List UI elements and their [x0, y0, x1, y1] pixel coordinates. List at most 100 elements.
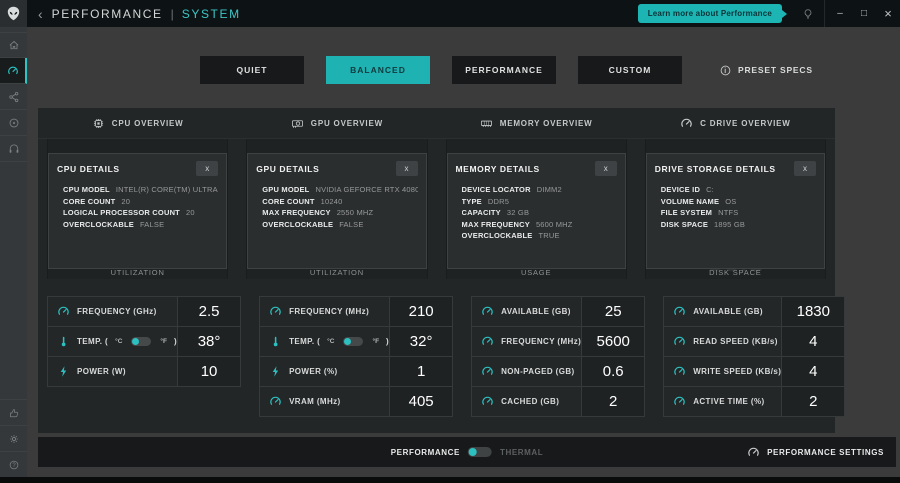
drive-read-row: READ SPEED (KB/s) 4: [663, 326, 845, 357]
gpu-vram-row: VRAM (MHz) 405: [259, 386, 453, 417]
gauge-icon: [673, 305, 686, 318]
toggle-knob: [132, 338, 139, 345]
field-value: NVIDIA GEFORCE RTX 4080 SUPER: [315, 185, 417, 194]
memory-nonpaged-value: 0.6: [581, 357, 644, 386]
performance-thermal-toggle[interactable]: [468, 447, 492, 457]
stat-label: TEMP. (: [289, 337, 320, 346]
help-icon: [8, 459, 20, 471]
field-key: GPU MODEL: [262, 185, 309, 194]
gauge-row: UTILIZATION CPU DETAILS x CPU MODELINTEL…: [38, 139, 835, 279]
minimize-button[interactable]: –: [828, 0, 852, 27]
settings-gauge-icon: [747, 446, 760, 459]
drive-active-row: ACTIVE TIME (%) 2: [663, 386, 845, 417]
drive-overview-header: C DRIVE OVERVIEW: [636, 108, 835, 138]
field-value: NTFS: [718, 208, 738, 217]
cpu-chip-icon: [92, 117, 105, 130]
stat-label: ACTIVE TIME (%): [693, 397, 764, 406]
sidebar-item-library[interactable]: [0, 110, 27, 136]
sidebar-item-home[interactable]: [0, 32, 27, 58]
page-subtitle: SYSTEM: [182, 7, 241, 21]
stats-grid: FREQUENCY (GHz) 2.5 TEMP. ( °C °F ) 38°: [38, 296, 835, 417]
field-key: DISK SPACE: [661, 220, 708, 229]
disk-gauge-icon: [680, 117, 693, 130]
disc-icon: [8, 117, 20, 129]
tab-quiet[interactable]: QUIET: [200, 56, 304, 84]
lightbulb-icon[interactable]: [795, 8, 821, 20]
memory-cached-value: 2: [581, 387, 644, 416]
drive-read-value: 4: [781, 327, 844, 356]
gpu-details-close-button[interactable]: x: [396, 161, 418, 176]
sidebar-item-feedback[interactable]: [0, 399, 27, 425]
footer-performance-label: PERFORMANCE: [391, 448, 460, 457]
memory-gauge-cell: USAGE MEMORY DETAILS x DEVICE LOCATORDIM…: [437, 139, 636, 279]
stat-label: FREQUENCY (GHz): [77, 307, 157, 316]
gpu-gauge-label: UTILIZATION: [247, 268, 426, 277]
sidebar-item-performance[interactable]: [0, 58, 27, 84]
cpu-temp-value: 38°: [177, 327, 240, 356]
sidebar-item-audio[interactable]: [0, 136, 27, 162]
performance-settings-button[interactable]: PERFORMANCE SETTINGS: [747, 437, 884, 467]
tab-balanced[interactable]: BALANCED: [326, 56, 430, 84]
drive-stats: AVAILABLE (GB) 1830 READ SPEED (KB/s) 4 …: [654, 296, 854, 417]
field-value: DIMM2: [537, 185, 562, 194]
gauge-icon: [481, 395, 494, 408]
field-key: OVERCLOCKABLE: [462, 231, 533, 240]
field-key: VOLUME NAME: [661, 197, 719, 206]
tab-performance[interactable]: PERFORMANCE: [452, 56, 556, 84]
field-value: FALSE: [339, 220, 363, 229]
cpu-gauge-cell: UTILIZATION CPU DETAILS x CPU MODELINTEL…: [38, 139, 237, 279]
gpu-frequency-value: 210: [389, 297, 452, 326]
stat-label: TEMP. (: [77, 337, 108, 346]
gpu-power-row: POWER (%) 1: [259, 356, 453, 387]
cpu-temp-unit-toggle[interactable]: [131, 337, 151, 346]
ram-stick-icon: [480, 117, 493, 130]
gear-icon: [8, 433, 20, 445]
field-value: 32 GB: [507, 208, 529, 217]
info-icon: [719, 64, 732, 77]
drive-details-title: DRIVE STORAGE DETAILS: [655, 164, 776, 174]
field-value: OS: [725, 197, 736, 206]
page-title: PERFORMANCE: [52, 7, 163, 21]
sidebar-item-settings[interactable]: [0, 425, 27, 451]
field-value: INTEL(R) CORE(TM) ULTRA 7 265F: [116, 185, 218, 194]
gauge-icon: [673, 365, 686, 378]
drive-details-close-button[interactable]: x: [794, 161, 816, 176]
fahrenheit-label: °F: [160, 338, 167, 345]
learn-more-tooltip: Learn more about Performance: [638, 4, 782, 23]
thermometer-icon: [57, 335, 70, 348]
field-value: C:: [706, 185, 714, 194]
close-button[interactable]: ×: [876, 0, 900, 27]
gpu-details-card: GPU DETAILS x GPU MODELNVIDIA GEFORCE RT…: [247, 153, 426, 269]
cpu-details-close-button[interactable]: x: [196, 161, 218, 176]
memory-details-title: MEMORY DETAILS: [456, 164, 540, 174]
memory-frequency-value: 5600: [581, 327, 644, 356]
alienware-logo[interactable]: [0, 0, 27, 27]
field-value: 20: [186, 208, 195, 217]
celsius-label: °C: [327, 338, 334, 345]
sidebar: [0, 27, 27, 477]
drive-gauge-cell: 66.3 DISK SPACE DRIVE STORAGE DETAILS x …: [636, 139, 835, 279]
bolt-icon: [269, 365, 282, 378]
tab-custom[interactable]: CUSTOM: [578, 56, 682, 84]
gauge-icon: [269, 395, 282, 408]
maximize-button[interactable]: □: [852, 0, 876, 27]
gpu-temp-unit-toggle[interactable]: [343, 337, 363, 346]
bolt-icon: [57, 365, 70, 378]
stat-label: FREQUENCY (MHz): [289, 307, 369, 316]
memory-available-value: 25: [581, 297, 644, 326]
thumbs-up-icon: [8, 407, 20, 419]
cpu-power-row: POWER (W) 10: [47, 356, 241, 387]
memory-details-close-button[interactable]: x: [595, 161, 617, 176]
system-monitor-panel: CPU OVERVIEW GPU OVERVIEW MEMORY OVERVIE…: [38, 108, 835, 433]
drive-available-row: AVAILABLE (GB) 1830: [663, 296, 845, 327]
home-icon: [8, 39, 20, 51]
sidebar-item-help[interactable]: [0, 451, 27, 477]
preset-specs-button[interactable]: PRESET SPECS: [719, 64, 813, 77]
sidebar-item-fx[interactable]: [0, 84, 27, 110]
field-key: DEVICE LOCATOR: [462, 185, 531, 194]
cpu-temp-row: TEMP. ( °C °F ) 38°: [47, 326, 241, 357]
fahrenheit-label: °F: [372, 338, 379, 345]
gpu-card-icon: [291, 117, 304, 130]
back-chevron-icon[interactable]: ‹: [38, 7, 43, 21]
performance-settings-label: PERFORMANCE SETTINGS: [767, 448, 884, 457]
